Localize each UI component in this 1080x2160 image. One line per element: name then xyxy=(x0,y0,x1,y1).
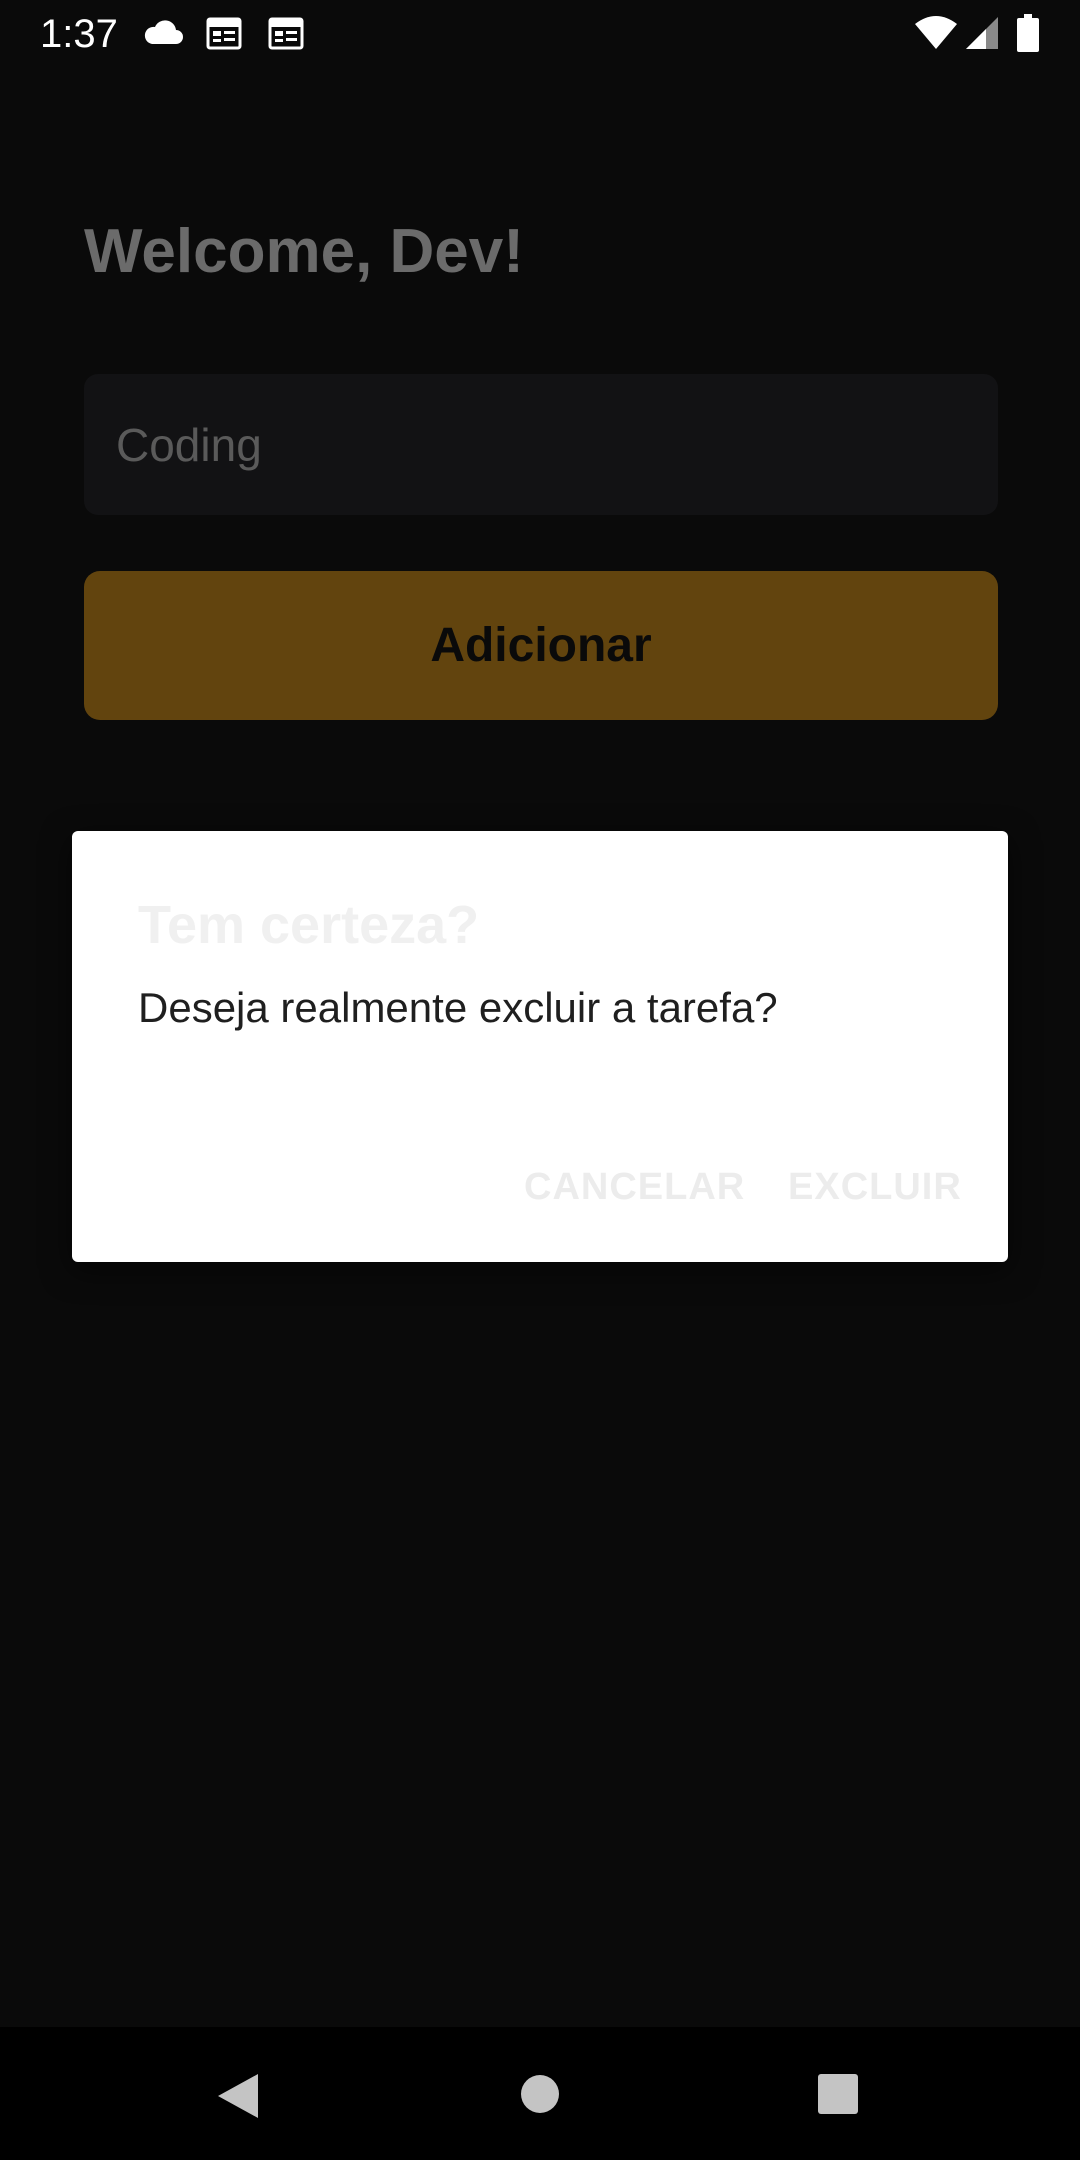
add-task-button[interactable]: Adicionar xyxy=(84,571,998,720)
status-bar: 1:37 xyxy=(0,0,1080,70)
recents-icon[interactable] xyxy=(818,2074,858,2114)
dialog-title: Tem certeza? xyxy=(138,895,480,955)
confirm-delete-dialog: Tem certeza? Deseja realmente excluir a … xyxy=(72,831,1008,1262)
status-time: 1:37 xyxy=(40,12,118,56)
navigation-bar xyxy=(0,2027,1080,2160)
cellular-signal-icon xyxy=(966,17,998,49)
task-input[interactable] xyxy=(84,374,998,515)
cancel-button[interactable]: CANCELAR xyxy=(524,1157,745,1217)
calendar-icon xyxy=(206,17,242,50)
dialog-message: Deseja realmente excluir a tarefa? xyxy=(138,984,778,1031)
home-icon[interactable] xyxy=(520,2074,560,2114)
wifi-icon xyxy=(915,16,957,49)
back-icon[interactable] xyxy=(216,2072,260,2120)
cloud-icon xyxy=(144,20,183,44)
welcome-title: Welcome, Dev! xyxy=(84,217,524,286)
calendar-icon xyxy=(268,17,304,50)
delete-button[interactable]: EXCLUIR xyxy=(788,1157,962,1217)
battery-icon xyxy=(1017,14,1039,52)
